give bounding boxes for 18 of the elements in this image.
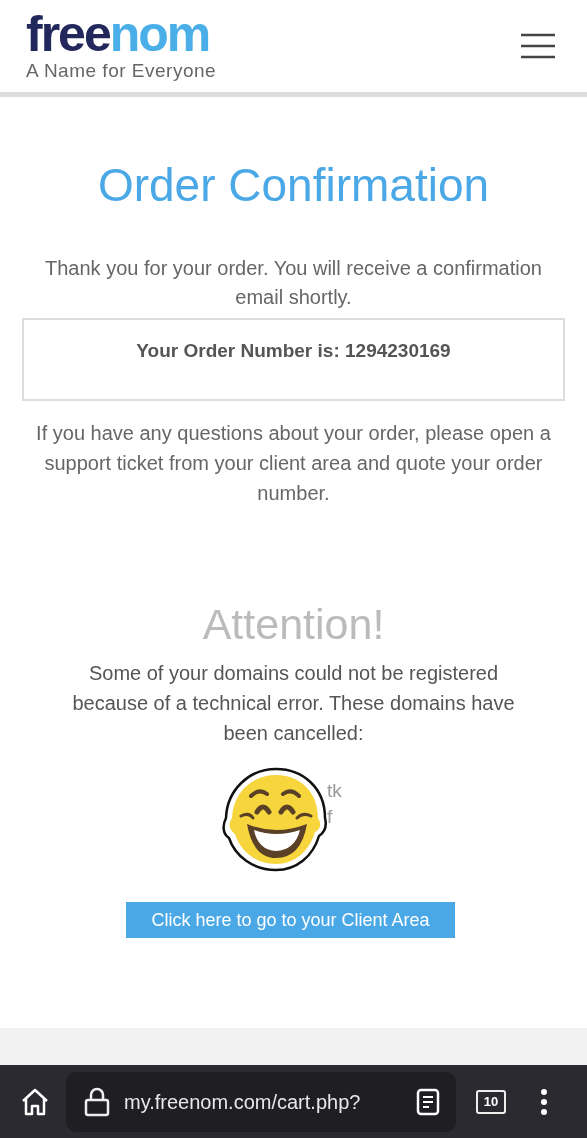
address-bar[interactable]: my.freenom.com/cart.php?: [66, 1071, 456, 1132]
reader-mode-icon[interactable]: [416, 1087, 440, 1116]
menu-icon[interactable]: [521, 33, 555, 59]
home-icon[interactable]: [20, 1086, 50, 1117]
url-text: my.freenom.com/cart.php?: [124, 1089, 362, 1115]
tab-count[interactable]: 10: [476, 1089, 506, 1114]
more-options-icon[interactable]: [540, 1087, 548, 1116]
domain-name: tk: [327, 779, 342, 803]
tagline: A Name for Everyone: [26, 60, 217, 82]
page-title: Order Confirmation: [97, 160, 490, 210]
attention-title: Attention!: [202, 600, 385, 648]
lock-icon: [84, 1086, 110, 1117]
thanks-message: Thank you for your order. You will receive a confirmation email shortly.: [44, 256, 543, 310]
questions-message: If you have any questions about your order, please open a support ticket from your client area and quote your order number.: [35, 421, 552, 506]
domain-name: f: [327, 805, 334, 829]
order-number: Your Order Number is: 1294230169: [136, 339, 451, 363]
attention-message: Some of your domains could not be registered because of a technical error. These domains have been cancelled:: [71, 661, 516, 746]
logo[interactable]: freenom: [26, 8, 217, 60]
